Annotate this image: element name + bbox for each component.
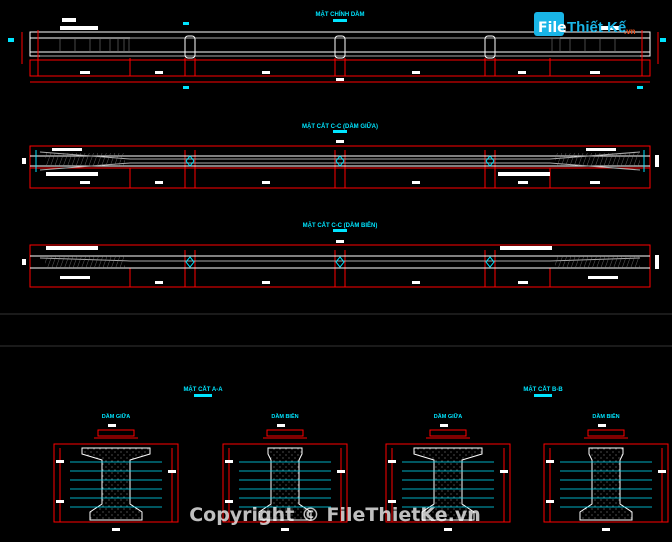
dimension-text <box>336 240 344 243</box>
diaphragm-marker <box>335 256 345 268</box>
section-aa-right-label: DẦM BIÊN <box>271 412 298 420</box>
dimension-text <box>108 424 116 427</box>
dimension-text <box>546 500 554 503</box>
dimension-text <box>337 470 345 473</box>
section-bb-left-label: DẦM GIỮA <box>434 413 462 420</box>
dimension-text <box>281 528 289 531</box>
title-underline <box>333 229 347 232</box>
diaphragm-marker <box>485 256 495 268</box>
filethietke-logo: File Thiết Kế .vn <box>534 12 636 36</box>
title-underline <box>194 394 212 397</box>
dimension-text <box>440 424 448 427</box>
diaphragm-marker <box>485 155 495 167</box>
diaphragm <box>334 35 346 59</box>
dimension-text <box>388 500 396 503</box>
end-block-hatch <box>59 38 616 52</box>
section-cc-mid-title: MẶT CẮT C-C (DẦM GIỮA) <box>302 122 378 130</box>
top-dimension <box>97 429 135 437</box>
beam-section <box>579 447 633 521</box>
dimension-text <box>56 500 64 503</box>
cad-drawing: MẶT CHÍNH DẦM MẶT CẮT C-C (DẦM GIỮA) MẶT… <box>0 10 672 531</box>
top-dimension <box>266 429 304 437</box>
title-underline <box>333 130 347 133</box>
copyright-watermark: Copyright © FileThietKe.vn <box>189 504 481 526</box>
dimension-text <box>602 528 610 531</box>
flange-taper <box>39 257 641 262</box>
diaphragm-marker <box>185 256 195 268</box>
logo-file: File <box>538 20 567 36</box>
plan-outline <box>29 145 651 189</box>
dimension-text <box>277 424 285 427</box>
dimension-text <box>388 460 396 463</box>
title-underline <box>333 19 347 22</box>
title-underline <box>534 394 552 397</box>
dimension-text <box>500 470 508 473</box>
dimension-text <box>658 470 666 473</box>
diaphragm-marker <box>185 155 195 167</box>
diaphragm-marker <box>335 155 345 167</box>
dimension-text <box>56 460 64 463</box>
section-cc-edge-title: MẶT CẮT C-C (DẦM BIÊN) <box>303 221 378 229</box>
section-cc-mid-view: MẶT CẮT C-C (DẦM GIỮA) <box>22 122 659 189</box>
section-bb-right-label: DẦM BIÊN <box>592 412 619 420</box>
diaphragm <box>484 35 496 59</box>
beam-section <box>81 447 151 521</box>
dimension-text <box>444 528 452 531</box>
logo-domain: .vn <box>624 27 636 36</box>
section-bb-title: MẶT CẮT B-B <box>523 385 563 393</box>
hatched-end <box>555 256 640 268</box>
dimension-text <box>546 460 554 463</box>
hatched-end <box>45 256 125 268</box>
dimension-text <box>112 528 120 531</box>
hatched-end <box>555 153 640 166</box>
dimension-text <box>598 424 606 427</box>
flange-taper <box>39 151 641 171</box>
elevation-title: MẶT CHÍNH DẦM <box>316 10 365 18</box>
top-dimension <box>587 429 625 437</box>
dimension-text <box>336 140 344 143</box>
section-aa-title: MẶT CẮT A-A <box>183 385 223 393</box>
top-dimension <box>429 429 467 437</box>
dimension-text <box>225 460 233 463</box>
logo-text: Thiết Kế <box>567 19 627 36</box>
dimension-text <box>168 470 176 473</box>
dimension-text <box>225 500 233 503</box>
diaphragm <box>184 35 196 59</box>
section-aa-left-label: DẦM GIỮA <box>102 413 130 420</box>
hatched-end <box>45 153 125 166</box>
section-cc-edge-view: MẶT CẮT C-C (DẦM BIÊN) <box>22 221 659 288</box>
